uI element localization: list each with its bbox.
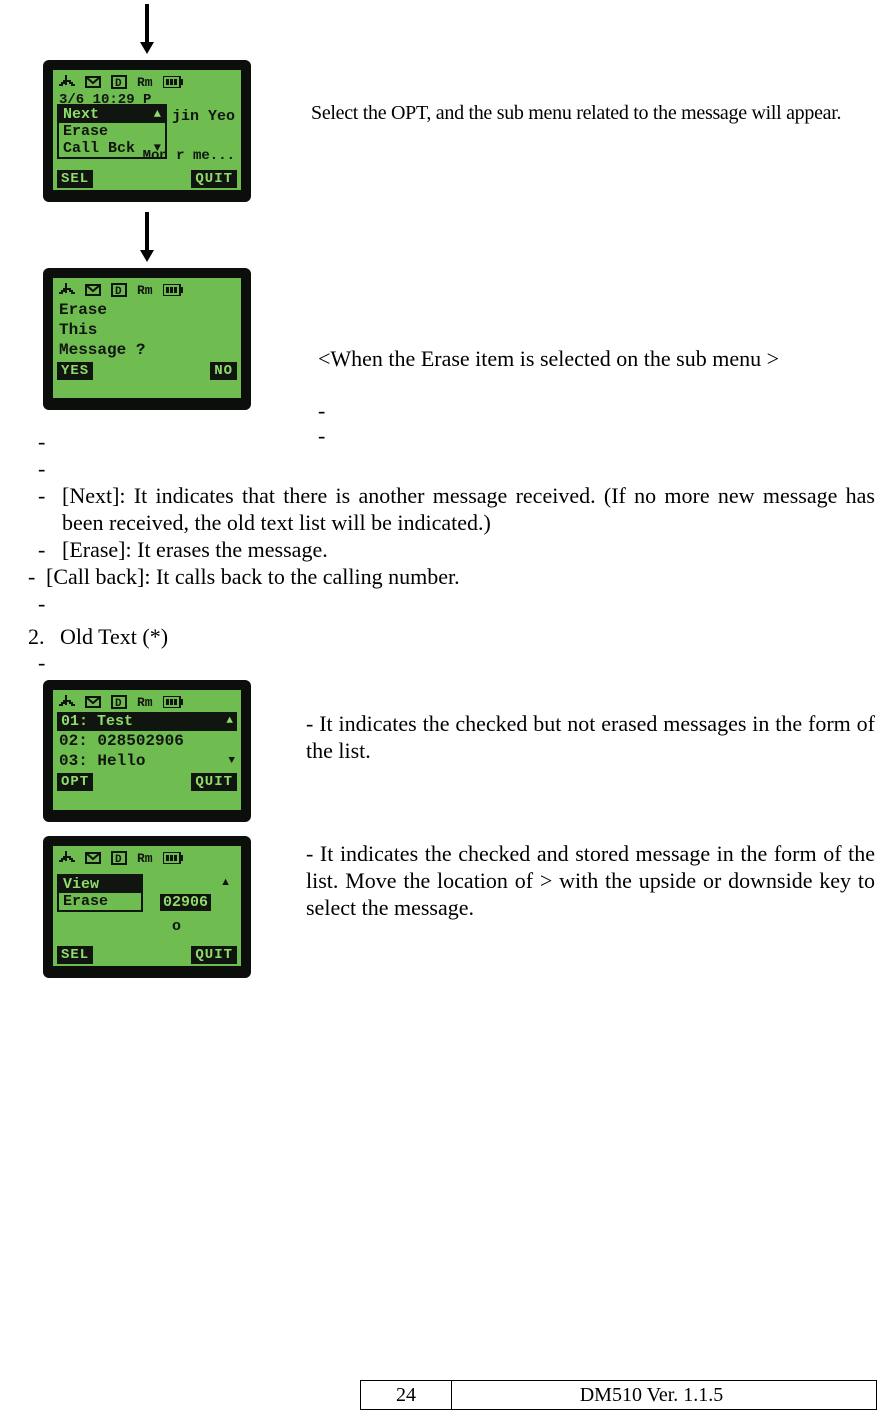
- svg-text:D: D: [115, 854, 122, 865]
- dash: -: [38, 536, 62, 563]
- dash: -: [38, 590, 62, 617]
- list-row-2[interactable]: 02: 028502906: [57, 731, 237, 751]
- section-number: 2.: [28, 623, 60, 650]
- softkey-quit[interactable]: QUIT: [191, 773, 237, 791]
- signal-icon: [59, 851, 75, 865]
- bullet-next: [Next]: It indicates that there is anoth…: [62, 482, 875, 536]
- svg-text:D: D: [115, 286, 122, 297]
- submenu2-item-view[interactable]: View: [59, 876, 141, 893]
- battery-icon: [163, 76, 183, 88]
- list-row-3[interactable]: 03: Hello ▼: [57, 751, 237, 771]
- rm-icon: Rm: [137, 851, 153, 866]
- section-title: Old Text (*): [60, 623, 168, 650]
- line-this: This: [57, 320, 237, 340]
- softkey-no[interactable]: NO: [210, 362, 237, 380]
- softkey-sel[interactable]: SEL: [57, 946, 93, 964]
- mail-icon: [85, 76, 101, 88]
- softkey-opt[interactable]: OPT: [57, 773, 93, 791]
- phone-screen-2: D Rm Erase This Message ? YES NO: [43, 268, 251, 410]
- signal-icon: [59, 695, 75, 709]
- d-icon: D: [111, 695, 127, 709]
- dash: -: [38, 428, 62, 455]
- mail-icon: [85, 696, 101, 708]
- doc-version: DM510 Ver. 1.1.5: [452, 1384, 876, 1407]
- line-message: Message ?: [57, 340, 237, 360]
- arrow-down-icon-2: [43, 206, 251, 262]
- status-bar: D Rm: [57, 694, 237, 712]
- caption-1: Select the OPT, and the sub menu related…: [311, 100, 875, 126]
- dash: -: [38, 482, 62, 536]
- tri-up-icon: ▲: [220, 876, 231, 888]
- dash: -: [318, 423, 325, 449]
- d-icon: D: [111, 851, 127, 865]
- submenu2[interactable]: View Erase: [57, 874, 143, 912]
- page-number: 24: [361, 1381, 452, 1409]
- bullet-erase: [Erase]: It erases the message.: [62, 536, 875, 563]
- bg-line-2: jin Yeo: [172, 108, 235, 125]
- bg-bottom-frag: o: [172, 918, 181, 935]
- bg-frag: 02906: [160, 894, 211, 911]
- d-icon: D: [111, 283, 127, 297]
- caption-4: - It indicates the checked and stored me…: [296, 840, 875, 921]
- d-icon: D: [111, 75, 127, 89]
- mail-icon: [85, 284, 101, 296]
- caption-2: <When the Erase item is selected on the …: [318, 346, 779, 372]
- page-footer: 24 DM510 Ver. 1.1.5: [360, 1380, 877, 1410]
- battery-icon: [163, 284, 183, 296]
- list-row-1[interactable]: 01: Test ▲: [57, 712, 237, 731]
- bullet-callback: [Call back]: It calls back to the callin…: [46, 563, 875, 590]
- rm-icon: Rm: [137, 283, 153, 298]
- dash: -: [28, 563, 46, 590]
- signal-icon: [59, 75, 75, 89]
- phone-screen-1: D Rm 3/6 10:29 P Next▲ Erase Call Bck▼: [43, 60, 251, 202]
- dash: -: [38, 455, 62, 482]
- softkey-yes[interactable]: YES: [57, 362, 93, 380]
- softkey-quit[interactable]: QUIT: [191, 170, 237, 188]
- battery-icon: [163, 852, 183, 864]
- arrow-down-icon: [43, 0, 251, 54]
- submenu-item-next[interactable]: Next▲: [59, 106, 165, 123]
- line-erase: Erase: [57, 300, 237, 320]
- signal-icon: [59, 283, 75, 297]
- caption-3: - It indicates the checked but not erase…: [296, 710, 875, 764]
- mail-icon: [85, 852, 101, 864]
- submenu2-item-erase[interactable]: Erase: [59, 893, 141, 910]
- softkey-quit[interactable]: QUIT: [191, 946, 237, 964]
- softkey-sel[interactable]: SEL: [57, 170, 93, 188]
- bg-line-3: Mon r me...: [143, 148, 235, 164]
- rm-icon: Rm: [137, 75, 153, 90]
- dash: -: [318, 398, 325, 424]
- rm-icon: Rm: [137, 695, 153, 710]
- phone-screen-4: D Rm View Erase 02906 ▲ o SEL QUIT: [43, 836, 251, 978]
- svg-text:D: D: [115, 78, 122, 89]
- battery-icon: [163, 696, 183, 708]
- status-bar: D Rm: [57, 850, 237, 868]
- dash: -: [38, 650, 62, 676]
- submenu-item-erase[interactable]: Erase: [59, 123, 165, 140]
- status-bar: D Rm: [57, 282, 237, 300]
- svg-text:D: D: [115, 698, 122, 709]
- phone-screen-3: D Rm 01: Test ▲ 02: 028502906 03: Hello …: [43, 680, 251, 822]
